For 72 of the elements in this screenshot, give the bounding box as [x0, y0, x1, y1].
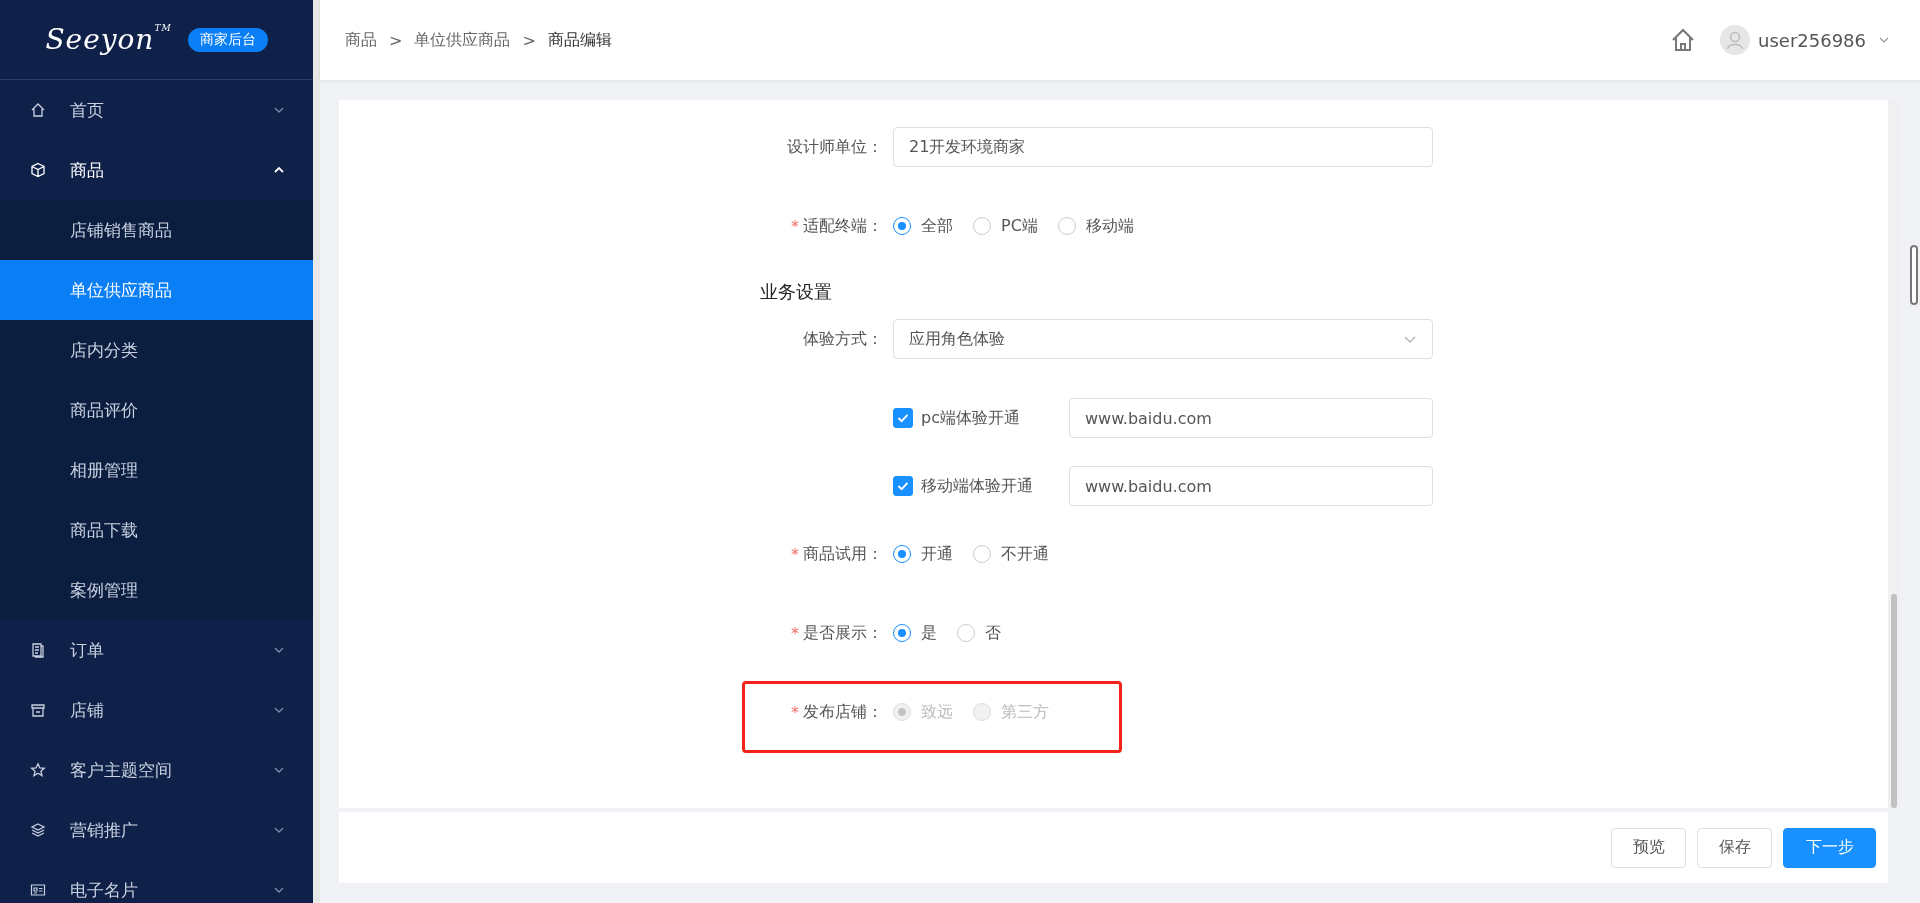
- footer-button[interactable]: 预览: [1611, 827, 1686, 868]
- radio-button[interactable]: [973, 545, 991, 563]
- sidebar-subitem[interactable]: 相册管理: [0, 440, 313, 500]
- radio-option[interactable]: 全部: [893, 215, 953, 237]
- radio-button[interactable]: [893, 624, 911, 642]
- breadcrumb-separator: >: [389, 30, 403, 50]
- sidebar-subitem[interactable]: 单位供应商品: [0, 260, 313, 320]
- checkbox-label[interactable]: pc端体验开通: [921, 407, 1020, 429]
- radio-option[interactable]: 移动端: [1057, 215, 1134, 237]
- required-mark: *: [791, 216, 799, 236]
- breadcrumb-separator: >: [522, 30, 536, 50]
- sidebar-item[interactable]: 首页: [0, 80, 313, 140]
- field-label: 是否展示：: [803, 622, 883, 644]
- radio-button[interactable]: [957, 624, 975, 642]
- field-label: 体验方式：: [803, 328, 883, 350]
- checkbox-box[interactable]: [893, 476, 913, 496]
- input-field[interactable]: 21开发环境商家: [893, 127, 1433, 167]
- url-input-field[interactable]: www.baidu.com: [1069, 398, 1433, 438]
- layers-icon: [30, 822, 46, 838]
- trademark-mark: TM: [154, 23, 172, 33]
- sidebar-subitem[interactable]: 案例管理: [0, 560, 313, 620]
- section-title: 业务设置: [760, 280, 833, 304]
- radio-option[interactable]: 不开通: [973, 543, 1049, 565]
- sidebar-item[interactable]: 电子名片: [0, 860, 313, 903]
- radio-option[interactable]: 否: [957, 622, 1001, 644]
- radio-button[interactable]: [973, 217, 991, 235]
- username[interactable]: user256986: [1758, 29, 1866, 51]
- star-icon: [30, 762, 46, 778]
- store-icon: [30, 702, 46, 718]
- footer-button[interactable]: 保存: [1697, 827, 1772, 868]
- required-mark: *: [791, 702, 799, 722]
- sidebar-item[interactable]: 营销推广: [0, 800, 313, 860]
- checkbox-box[interactable]: [893, 408, 913, 428]
- home-icon[interactable]: [1670, 27, 1696, 53]
- house-icon: [30, 102, 46, 118]
- radio-option: 第三方: [973, 701, 1049, 723]
- sidebar-scrollbar[interactable]: [313, 0, 320, 903]
- sidebar-subitem[interactable]: 商品评价: [0, 380, 313, 440]
- side-handle-icon[interactable]: [1910, 245, 1918, 305]
- sidebar-subitem[interactable]: 店铺销售商品: [0, 200, 313, 260]
- scrollbar-thumb[interactable]: [1891, 594, 1897, 808]
- sidebar-item[interactable]: 商品: [0, 140, 313, 200]
- field-label: 设计师单位：: [787, 136, 883, 158]
- document-icon: [30, 642, 46, 658]
- radio-option[interactable]: 是: [893, 622, 937, 644]
- url-input-field[interactable]: www.baidu.com: [1069, 466, 1433, 506]
- checkbox[interactable]: 移动端体验开通: [893, 475, 1069, 497]
- breadcrumb-link[interactable]: 商品: [345, 29, 377, 51]
- field-label: 发布店铺：: [803, 701, 883, 723]
- field-label: 商品试用：: [803, 543, 883, 565]
- sidebar-subitem[interactable]: 店内分类: [0, 320, 313, 380]
- checkbox[interactable]: pc端体验开通: [893, 407, 1069, 429]
- radio-button[interactable]: [1057, 217, 1076, 235]
- required-mark: *: [791, 623, 799, 643]
- sidebar-item[interactable]: 店铺: [0, 680, 313, 740]
- breadcrumb-link[interactable]: 单位供应商品: [414, 29, 511, 51]
- field-label: 适配终端：: [803, 215, 883, 237]
- required-mark: *: [791, 544, 799, 564]
- cube-icon: [30, 162, 46, 178]
- radio-option[interactable]: 开通: [893, 543, 953, 565]
- sidebar-item[interactable]: 订单: [0, 620, 313, 680]
- sidebar-item[interactable]: 客户主题空间: [0, 740, 313, 800]
- logo-text: Seeyon$^{TM}$: [45, 23, 172, 56]
- merchant-badge: 商家后台: [187, 27, 268, 52]
- sidebar-subitem[interactable]: 商品下载: [0, 500, 313, 560]
- radio-option: 致远: [893, 701, 953, 723]
- radio-button[interactable]: [893, 545, 911, 563]
- radio-button[interactable]: [893, 217, 911, 235]
- radio-option[interactable]: PC端: [973, 215, 1038, 237]
- select-field[interactable]: 应用角色体验: [893, 319, 1433, 359]
- checkbox-label[interactable]: 移动端体验开通: [921, 475, 1033, 497]
- id-card-icon: [30, 882, 46, 898]
